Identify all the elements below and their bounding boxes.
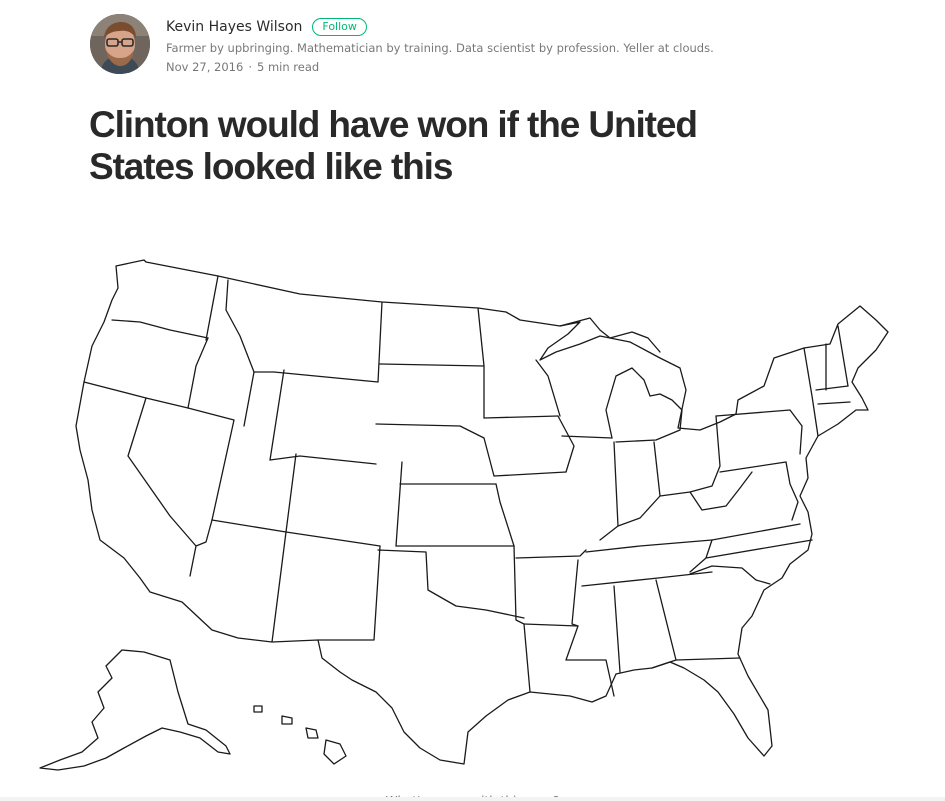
- post-meta: Nov 27, 2016 · 5 min read: [166, 57, 846, 77]
- article-figure[interactable]: [0, 240, 945, 785]
- hawaii-oahu: [281, 715, 293, 725]
- read-time: 5 min read: [256, 60, 320, 74]
- author-bio: Farmer by upbringing. Mathematician by t…: [166, 41, 714, 55]
- follow-button[interactable]: Follow: [312, 18, 367, 36]
- bottom-bar: [0, 797, 945, 801]
- avatar-image: [90, 14, 150, 74]
- post-date[interactable]: Nov 27, 2016: [166, 60, 243, 74]
- author-block: Kevin Hayes Wilson Follow Farmer by upbr…: [90, 14, 850, 78]
- hawaii-main-island: [323, 739, 347, 765]
- author-name-row: Kevin Hayes Wilson Follow: [166, 16, 846, 38]
- us-states-map: [39, 259, 889, 771]
- alaska-outline: [39, 649, 231, 771]
- author-name[interactable]: Kevin Hayes Wilson: [166, 19, 302, 35]
- author-info: Kevin Hayes Wilson Follow Farmer by upbr…: [166, 16, 846, 77]
- hawaii-kauai: [253, 705, 263, 713]
- hawaii-maui: [305, 727, 319, 739]
- avatar[interactable]: [90, 14, 150, 74]
- meta-separator: ·: [248, 60, 252, 74]
- article-title: Clinton would have won if the United Sta…: [89, 104, 698, 187]
